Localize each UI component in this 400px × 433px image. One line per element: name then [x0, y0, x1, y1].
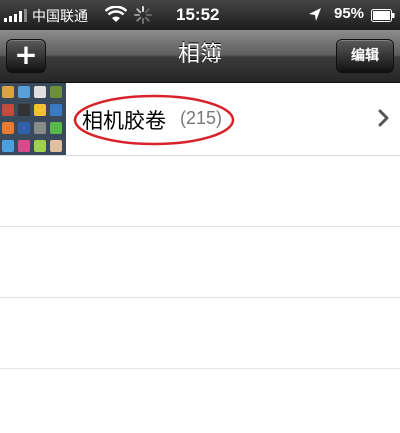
battery-icon [371, 9, 395, 22]
edit-button[interactable]: 编辑 [336, 39, 394, 73]
add-album-button[interactable]: + [6, 39, 46, 73]
album-thumbnail [0, 83, 66, 155]
empty-row-divider [0, 297, 400, 298]
album-row-camera-roll[interactable]: 相机胶卷 (215) [0, 83, 400, 156]
carrier-name: 中国联通 [32, 8, 88, 24]
status-bar: 中国联通 15:52 95% [0, 0, 400, 30]
chevron-right-icon [378, 109, 389, 127]
wifi-icon [105, 6, 127, 22]
empty-row-divider [0, 226, 400, 227]
empty-row-divider [0, 368, 400, 369]
album-photo-count: (215) [180, 108, 223, 128]
battery-percent: 95% [334, 5, 365, 22]
activity-spinner-icon [134, 6, 152, 24]
navigation-bar: 相簿 + 编辑 [0, 30, 400, 83]
album-name: 相机胶卷 [82, 109, 166, 133]
signal-bars-icon [4, 9, 27, 22]
clock: 15:52 [176, 5, 220, 24]
location-arrow-icon [309, 8, 321, 21]
